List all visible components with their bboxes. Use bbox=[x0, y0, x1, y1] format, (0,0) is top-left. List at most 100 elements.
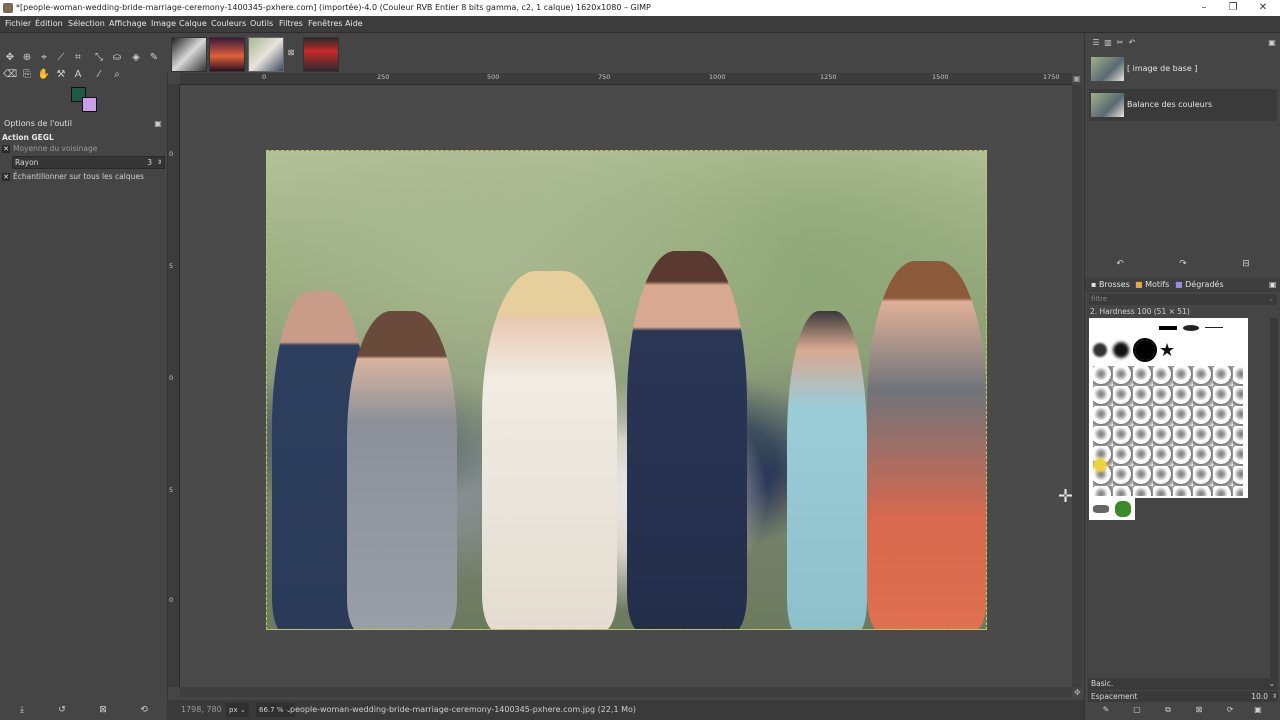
ruler-tick: 5 bbox=[169, 486, 174, 494]
refresh-brushes-icon[interactable]: ⟳ bbox=[1223, 703, 1237, 717]
warp-tool-icon[interactable]: ⛀ bbox=[110, 51, 124, 65]
fuzzy-select-tool-icon[interactable]: ⟋ bbox=[54, 51, 68, 65]
brush-preview[interactable] bbox=[1113, 342, 1129, 358]
spinner-arrows-icon[interactable]: ⇕ bbox=[157, 157, 162, 168]
chevron-down-icon[interactable]: ⌄ bbox=[1268, 294, 1274, 305]
transform-tool-icon[interactable]: ⤡ bbox=[92, 51, 106, 65]
menu-image[interactable]: Image bbox=[151, 16, 176, 32]
free-select-tool-icon[interactable]: ⌖ bbox=[37, 51, 51, 65]
ruler-tick: 1500 bbox=[932, 73, 949, 81]
horizontal-ruler: 0 250 500 750 1000 1250 1500 1750 bbox=[180, 73, 1072, 85]
color-picker-tool-icon[interactable]: ⁄ bbox=[92, 68, 106, 82]
menu-fichier[interactable]: Fichier bbox=[5, 16, 31, 32]
brush-preview[interactable] bbox=[1093, 343, 1107, 357]
layer-item[interactable]: [ image de base ] bbox=[1089, 53, 1277, 85]
tab-motifs[interactable]: ■ Motifs bbox=[1135, 280, 1169, 289]
neighborhood-option[interactable]: ✕ Moyenne du voisinage bbox=[2, 143, 97, 155]
brush-preview[interactable] bbox=[1205, 327, 1223, 328]
text-tool-icon[interactable]: A bbox=[71, 68, 85, 82]
ruler-tick: 0 bbox=[169, 150, 174, 158]
menu-calque[interactable]: Calque bbox=[179, 16, 207, 32]
photo-figure bbox=[787, 311, 867, 629]
clone-tool-icon[interactable]: ⎘ bbox=[20, 68, 34, 82]
chevron-down-icon[interactable]: ⌄ bbox=[1269, 678, 1275, 690]
undo-history-tab-icon[interactable]: ↶ bbox=[1125, 36, 1139, 50]
brush-preview-selected[interactable] bbox=[1133, 338, 1157, 362]
panel-menu-icon[interactable]: ▣ bbox=[151, 117, 165, 131]
image-tab-thumbnail[interactable] bbox=[209, 37, 245, 72]
align-tool-icon[interactable]: ⊕ bbox=[20, 51, 34, 65]
quick-mask-icon[interactable]: ▣ bbox=[1073, 74, 1081, 83]
navigate-icon[interactable]: ✥ bbox=[1074, 688, 1081, 697]
menu-fenetres[interactable]: Fenêtres bbox=[308, 16, 342, 32]
dodge-burn-tool-icon[interactable]: ⚒ bbox=[54, 68, 68, 82]
sample-merged-option[interactable]: ✕ Échantillonner sur tous les calques bbox=[2, 171, 144, 183]
maximize-button[interactable]: ❐ bbox=[1216, 0, 1250, 16]
image-tab-thumbnail-active[interactable] bbox=[248, 37, 284, 72]
brush-preview[interactable] bbox=[1159, 326, 1177, 330]
menu-selection[interactable]: Sélection bbox=[68, 16, 105, 32]
menu-couleurs[interactable]: Couleurs bbox=[211, 16, 246, 32]
delete-brush-icon[interactable]: ⊠ bbox=[1192, 703, 1206, 717]
checkbox-icon[interactable]: ✕ bbox=[2, 173, 10, 181]
clear-history-icon[interactable]: ⊟ bbox=[1239, 257, 1253, 271]
move-tool-icon[interactable]: ✥ bbox=[3, 51, 17, 65]
menu-affichage[interactable]: Affichage bbox=[109, 16, 147, 32]
menu-edition[interactable]: Édition bbox=[35, 16, 63, 32]
edit-brush-icon[interactable]: ✎ bbox=[1099, 703, 1113, 717]
horizontal-scrollbar[interactable] bbox=[180, 687, 1072, 697]
background-color-swatch[interactable] bbox=[82, 97, 97, 112]
smudge-tool-icon[interactable]: ✋ bbox=[37, 68, 51, 82]
title-bar: *[people-woman-wedding-bride-marriage-ce… bbox=[0, 0, 1280, 16]
tab-brosses[interactable]: ▪ Brosses bbox=[1091, 280, 1130, 289]
reset-options-icon[interactable]: ⟲ bbox=[137, 703, 151, 717]
image-tab-thumbnail[interactable] bbox=[171, 37, 207, 72]
redo-icon[interactable]: ↷ bbox=[1176, 257, 1190, 271]
star-brush-icon[interactable]: ★ bbox=[1159, 340, 1175, 361]
bucket-fill-tool-icon[interactable]: ◈ bbox=[129, 51, 143, 65]
eraser-tool-icon[interactable]: ⌫ bbox=[3, 68, 17, 82]
menu-filtres[interactable]: Filtres bbox=[279, 16, 303, 32]
brush-grid-last-row[interactable] bbox=[1089, 498, 1135, 520]
save-options-icon[interactable]: ⤓ bbox=[15, 703, 29, 717]
current-brush-label: 2. Hardness 100 (51 × 51) bbox=[1090, 307, 1190, 316]
brushes-scrollbar[interactable] bbox=[1270, 318, 1278, 678]
brush-preset-select[interactable]: Basic. ⌄ bbox=[1088, 678, 1278, 690]
brush-preview[interactable] bbox=[1183, 325, 1199, 331]
undo-icon[interactable]: ↶ bbox=[1113, 257, 1127, 271]
spacing-slider[interactable]: Espacement 10.0 ⇕ bbox=[1088, 691, 1278, 702]
zoom-select[interactable]: 66.7 % ⌄ bbox=[256, 703, 295, 717]
image-canvas-photo[interactable] bbox=[266, 150, 987, 630]
panel-menu-icon[interactable]: ▣ bbox=[1269, 280, 1277, 289]
zoom-tool-icon[interactable]: ⌕ bbox=[110, 68, 124, 82]
image-tabs: ⊠ bbox=[167, 33, 1084, 73]
brush-grid[interactable]: ★ bbox=[1089, 318, 1248, 498]
panel-menu-icon[interactable]: ▣ bbox=[1265, 36, 1279, 50]
delete-options-icon[interactable]: ⊠ bbox=[96, 703, 110, 717]
brush-preview[interactable] bbox=[1093, 458, 1107, 472]
vertical-scrollbar[interactable] bbox=[1072, 85, 1082, 687]
brush-presets-texture[interactable] bbox=[1093, 366, 1243, 496]
paintbrush-tool-icon[interactable]: ✎ bbox=[147, 51, 161, 65]
new-brush-icon[interactable]: ▢ bbox=[1130, 703, 1144, 717]
brush-preview[interactable] bbox=[1093, 505, 1109, 513]
close-tab-icon[interactable]: ⊠ bbox=[284, 46, 298, 60]
checkbox-icon[interactable]: ✕ bbox=[2, 145, 10, 153]
duplicate-brush-icon[interactable]: ⧉ bbox=[1161, 703, 1175, 717]
tool-options-tab[interactable]: Options de l'outil bbox=[4, 119, 72, 128]
menu-outils[interactable]: Outils bbox=[250, 16, 273, 32]
menu-aide[interactable]: Aide bbox=[345, 16, 363, 32]
unit-select[interactable]: px ⌄ bbox=[226, 703, 249, 717]
open-as-image-icon[interactable]: ▣ bbox=[1251, 703, 1265, 717]
image-tab-thumbnail[interactable] bbox=[303, 37, 339, 72]
restore-options-icon[interactable]: ↺ bbox=[55, 703, 69, 717]
close-button[interactable]: ✕ bbox=[1246, 0, 1280, 16]
layer-item-selected[interactable]: Balance des couleurs bbox=[1089, 89, 1277, 121]
brush-filter-input[interactable]: filtre ⌄ bbox=[1089, 294, 1277, 305]
pepper-brush-icon[interactable] bbox=[1115, 501, 1131, 517]
photo-figure bbox=[482, 271, 617, 629]
tab-degrades[interactable]: ■ Dégradés bbox=[1175, 280, 1224, 289]
crop-tool-icon[interactable]: ⌗ bbox=[71, 51, 85, 65]
radius-spinner[interactable]: Rayon 3 ⇕ bbox=[12, 156, 165, 169]
ruler-tick: 5 bbox=[169, 262, 174, 270]
